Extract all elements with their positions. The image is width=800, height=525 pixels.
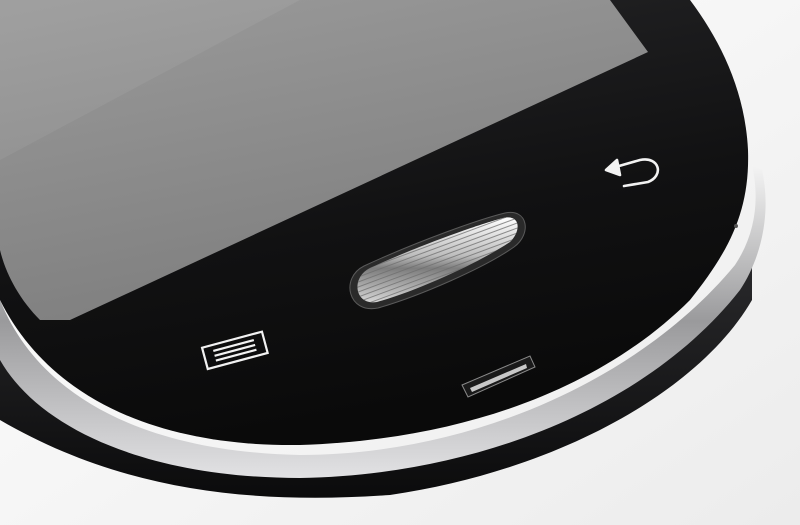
microphone-hole xyxy=(734,224,738,228)
phone-photo xyxy=(0,0,800,525)
